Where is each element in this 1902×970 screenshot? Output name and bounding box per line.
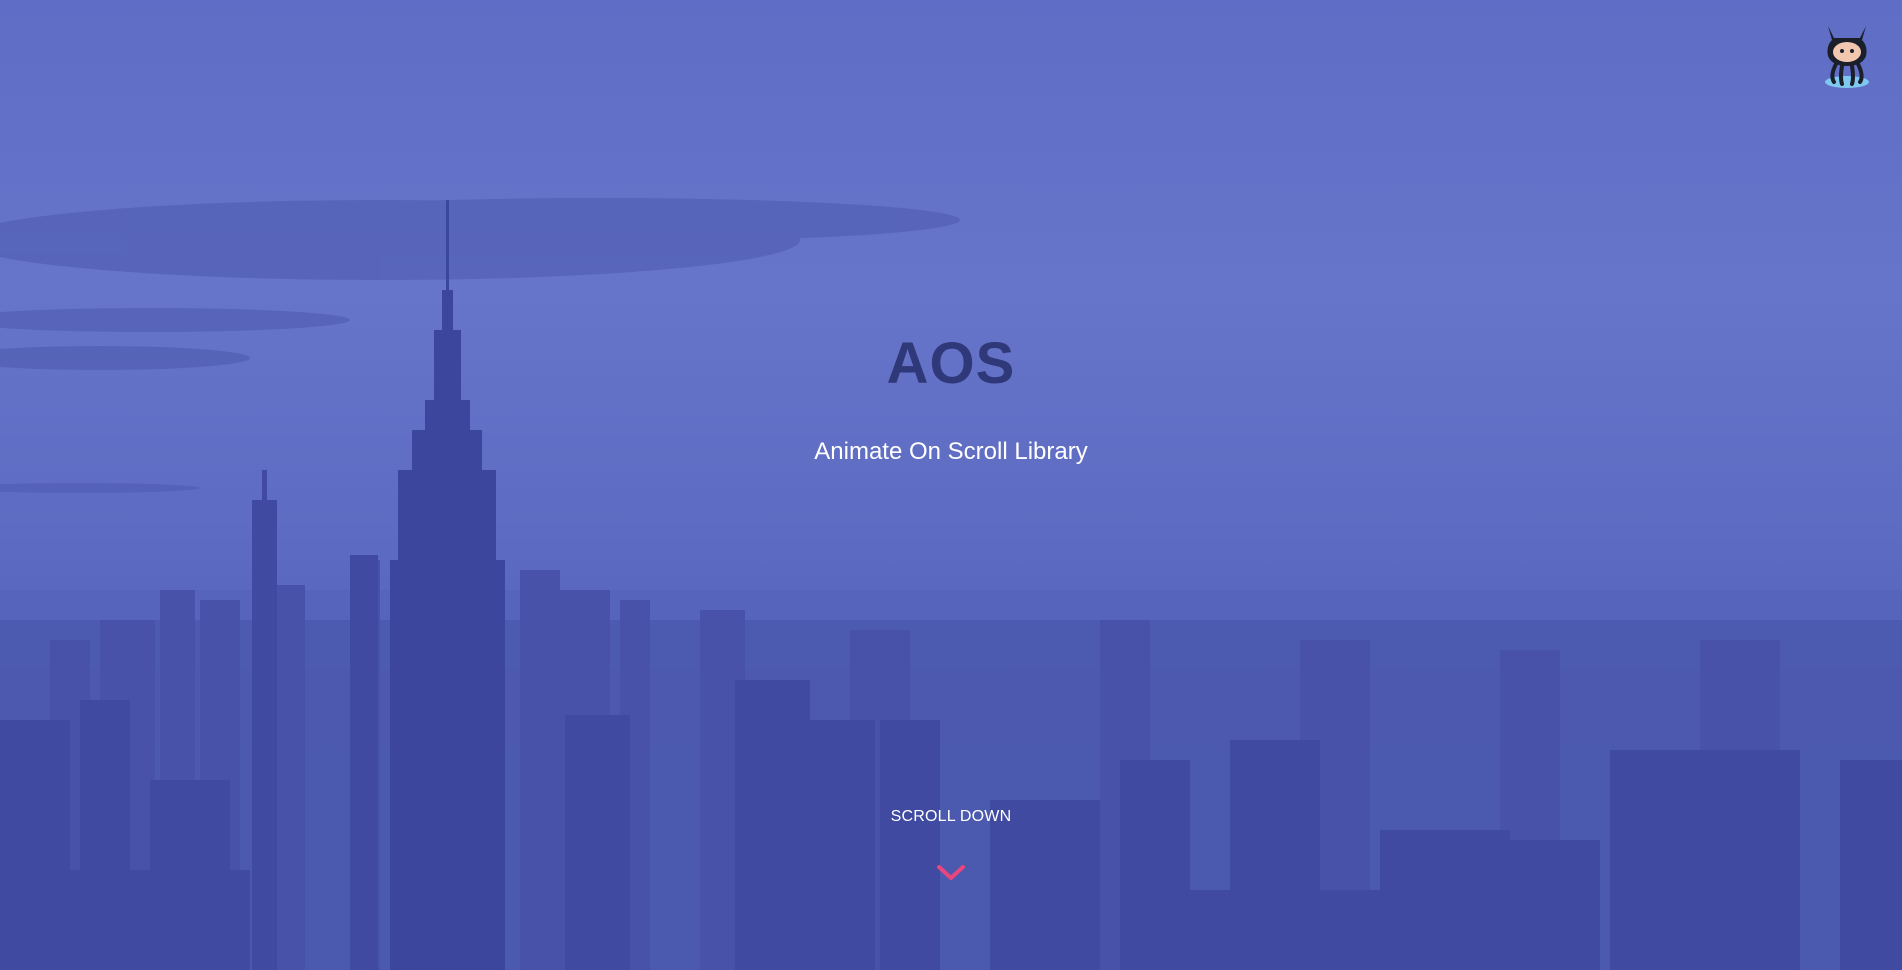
github-octocat-link[interactable] — [1816, 18, 1878, 90]
chevron-down-icon[interactable] — [935, 862, 967, 884]
octocat-icon — [1825, 26, 1869, 88]
page-title: AOS — [886, 331, 1016, 396]
hero-section: AOS Animate On Scroll Library SCROLL DOW… — [0, 0, 1902, 970]
page-subtitle: Animate On Scroll Library — [814, 438, 1088, 465]
scroll-down-link[interactable]: SCROLL DOWN — [0, 808, 1902, 826]
